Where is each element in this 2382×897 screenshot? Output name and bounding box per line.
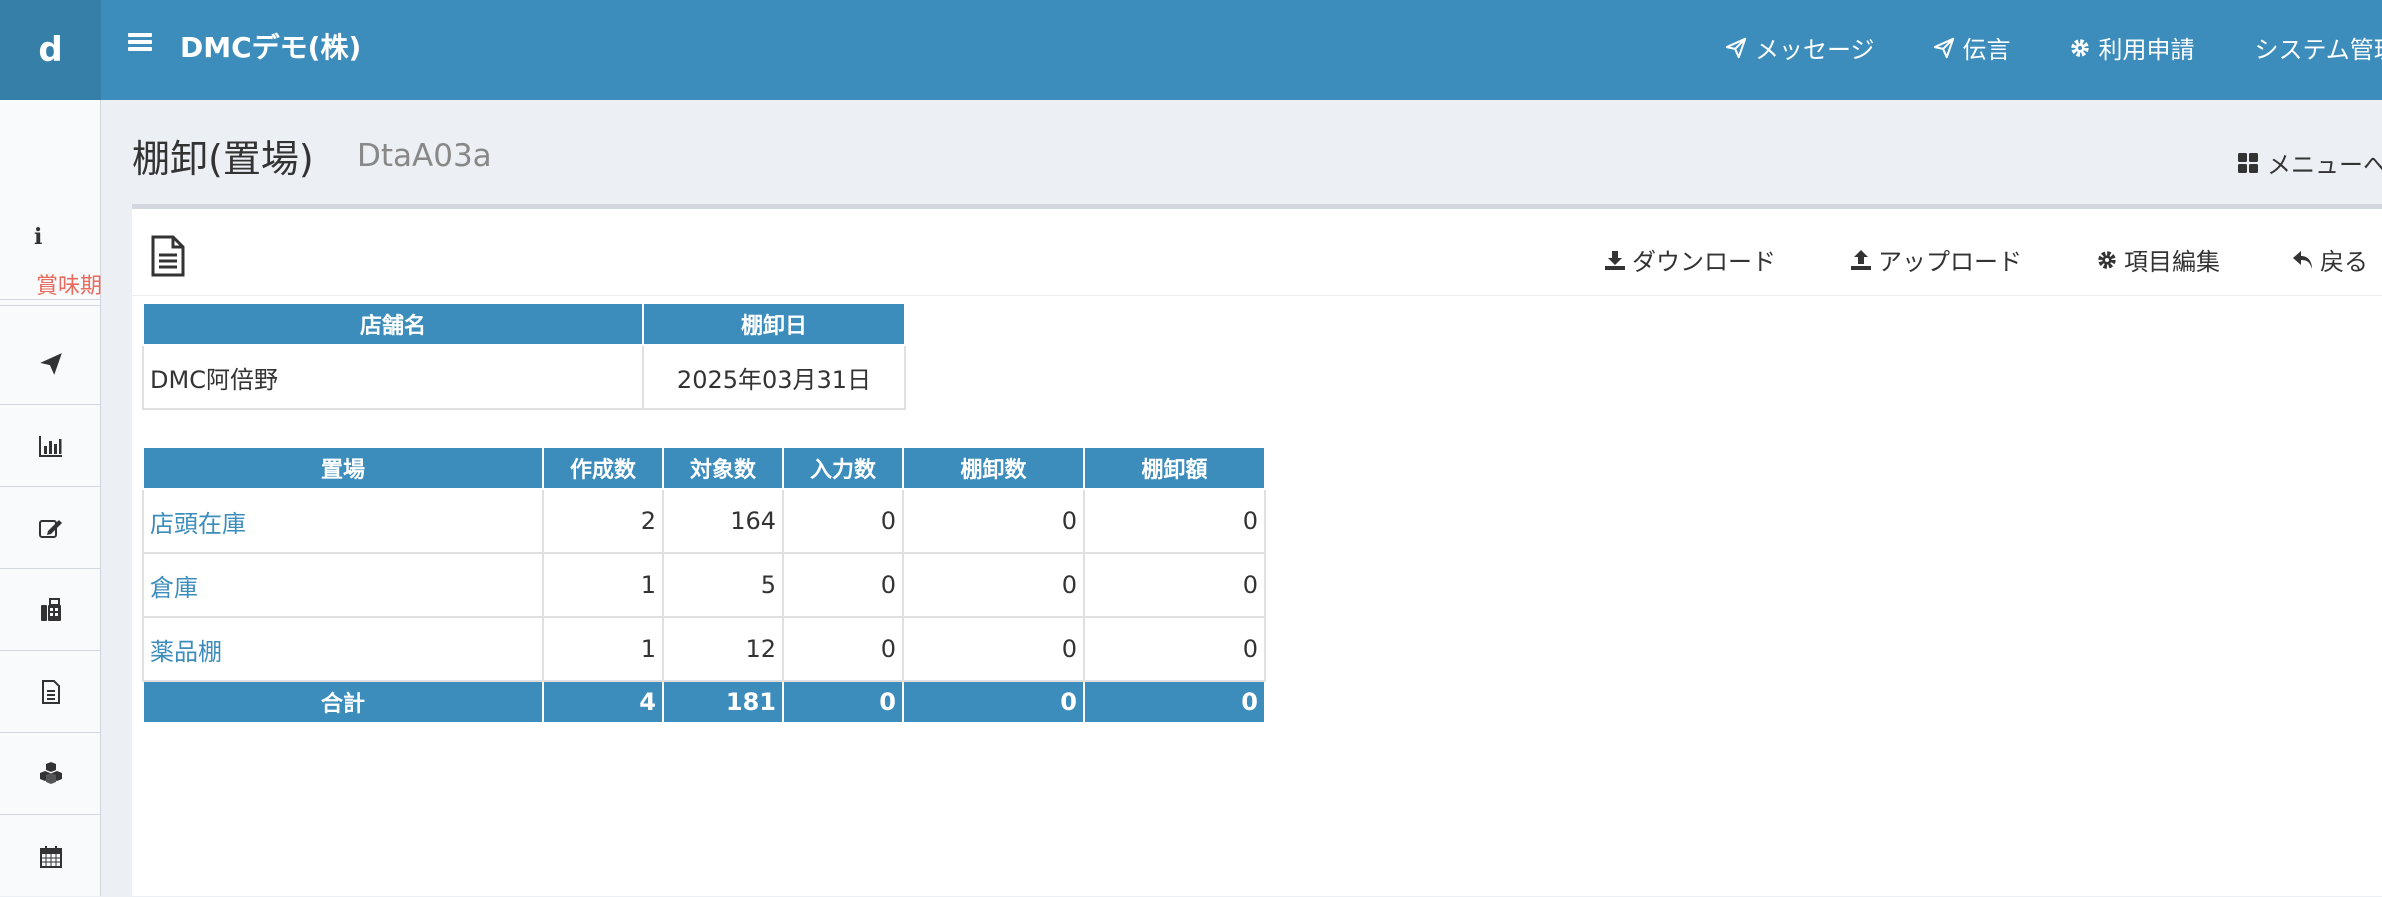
column-header: 作成数 [542, 446, 664, 490]
download-label: ダウンロード [1632, 248, 1776, 276]
info-icon[interactable]: i [34, 224, 42, 250]
total-row: 合計 4 181 0 0 0 [142, 680, 1266, 724]
send-icon [1725, 37, 1747, 58]
reply-icon [2293, 250, 2312, 269]
download-button[interactable]: ダウンロード [1604, 242, 1776, 277]
table-row: 薬品棚 1 12 0 0 0 [142, 616, 1266, 682]
created-count-cell: 1 [542, 552, 664, 618]
upload-label: アップロード [1878, 248, 2022, 276]
back-label: 戻る [2320, 248, 2368, 276]
nav-memo-label: 伝言 [1962, 36, 2011, 64]
location-cell: 店頭在庫 [142, 488, 544, 554]
column-header: 棚卸額 [1083, 446, 1266, 490]
total-created: 4 [542, 680, 664, 724]
nav-system-admin-label: システム管理 [2254, 36, 2382, 64]
target-count-cell: 12 [662, 616, 784, 682]
nav-messages[interactable]: メッセージ [1725, 30, 1875, 65]
edit-icon [38, 520, 62, 538]
total-amount: 0 [1083, 680, 1266, 724]
send-icon [1933, 37, 1954, 58]
location-link[interactable]: 薬品棚 [150, 638, 222, 666]
column-header: 棚卸日 [642, 302, 906, 346]
column-header: 店舗名 [142, 302, 644, 346]
table-row: DMC阿倍野 2025年03月31日 [142, 344, 906, 410]
sidebar-item-cubes[interactable] [0, 734, 101, 815]
download-icon [1605, 250, 1625, 270]
calendar-icon [39, 845, 62, 868]
table-row: 店頭在庫 2 164 0 0 0 [142, 488, 1266, 554]
counted-cell: 0 [902, 488, 1085, 554]
send-icon [39, 353, 62, 375]
edit-items-button[interactable]: 項目編集 [2096, 242, 2220, 277]
amount-cell: 0 [1083, 616, 1266, 682]
document-icon [151, 235, 185, 277]
created-count-cell: 2 [542, 488, 664, 554]
expiry-alert-label[interactable]: 賞味期 [36, 268, 101, 300]
sidebar-item-document[interactable] [0, 652, 101, 733]
target-count-cell: 164 [662, 488, 784, 554]
location-table: 置場 作成数 対象数 入力数 棚卸数 棚卸額 店頭在庫 2 164 0 0 0 … [142, 446, 1266, 724]
store-table: 店舗名 棚卸日 DMC阿倍野 2025年03月31日 [142, 302, 906, 410]
location-cell: 倉庫 [142, 552, 544, 618]
counted-cell: 0 [902, 616, 1085, 682]
grid-icon [2238, 152, 2258, 173]
total-counted: 0 [902, 680, 1085, 724]
company-name: DMCデモ(株) [180, 31, 362, 64]
box-tools: ダウンロード アップロード 項目編集 戻る [1604, 242, 2368, 277]
sidebar-item-chart[interactable] [0, 406, 101, 487]
upload-button[interactable]: アップロード [1850, 242, 2022, 277]
upload-icon [1851, 249, 1871, 270]
column-header: 置場 [142, 446, 544, 490]
page-code: DtaA03a [357, 138, 492, 174]
document-icon [41, 680, 60, 704]
total-input: 0 [782, 680, 904, 724]
input-count-cell: 0 [782, 616, 904, 682]
table-row: 倉庫 1 5 0 0 0 [142, 552, 1266, 618]
bar-chart-icon [38, 436, 62, 457]
menu-link-label: メニューへ [2267, 151, 2382, 179]
gear-icon [2098, 250, 2116, 269]
target-count-cell: 5 [662, 552, 784, 618]
edit-items-label: 項目編集 [2124, 248, 2220, 276]
gear-icon [2070, 38, 2089, 57]
nav-messages-label: メッセージ [1755, 36, 1875, 64]
total-label: 合計 [142, 680, 544, 724]
menu-link[interactable]: メニューへ [2237, 145, 2382, 180]
nav-usage-request[interactable]: 利用申請 [2069, 30, 2195, 65]
column-header: 対象数 [662, 446, 784, 490]
hamburger-menu-icon[interactable] [128, 30, 152, 54]
nav-usage-request-label: 利用申請 [2098, 36, 2195, 64]
fax-icon [40, 598, 61, 621]
created-count-cell: 1 [542, 616, 664, 682]
input-count-cell: 0 [782, 552, 904, 618]
location-link[interactable]: 倉庫 [150, 574, 198, 602]
sidebar-item-fax[interactable] [0, 570, 101, 651]
amount-cell: 0 [1083, 552, 1266, 618]
top-nav: メッセージ 伝言 利用申請 システム管理 [1725, 30, 2382, 65]
nav-memo[interactable]: 伝言 [1933, 30, 2011, 65]
sidebar-item-calendar[interactable] [0, 816, 101, 897]
store-name-cell: DMC阿倍野 [142, 344, 644, 410]
counted-cell: 0 [902, 552, 1085, 618]
box-header: ダウンロード アップロード 項目編集 戻る [132, 209, 2382, 296]
app-logo[interactable]: d [0, 0, 101, 100]
location-link[interactable]: 店頭在庫 [150, 510, 246, 538]
input-count-cell: 0 [782, 488, 904, 554]
page-title: 棚卸(置場) [132, 137, 314, 181]
cubes-icon [39, 762, 62, 784]
amount-cell: 0 [1083, 488, 1266, 554]
column-header: 棚卸数 [902, 446, 1085, 490]
top-navbar: d DMCデモ(株) メッセージ 伝言 利用申請 システム管理 [0, 0, 2382, 100]
sidebar-item-edit[interactable] [0, 488, 101, 569]
back-button[interactable]: 戻る [2292, 242, 2368, 277]
column-header: 入力数 [782, 446, 904, 490]
location-cell: 薬品棚 [142, 616, 544, 682]
sidebar-item-send[interactable] [0, 324, 101, 405]
total-target: 181 [662, 680, 784, 724]
nav-system-admin[interactable]: システム管理 [2255, 30, 2382, 65]
inventory-date-cell: 2025年03月31日 [642, 344, 906, 410]
